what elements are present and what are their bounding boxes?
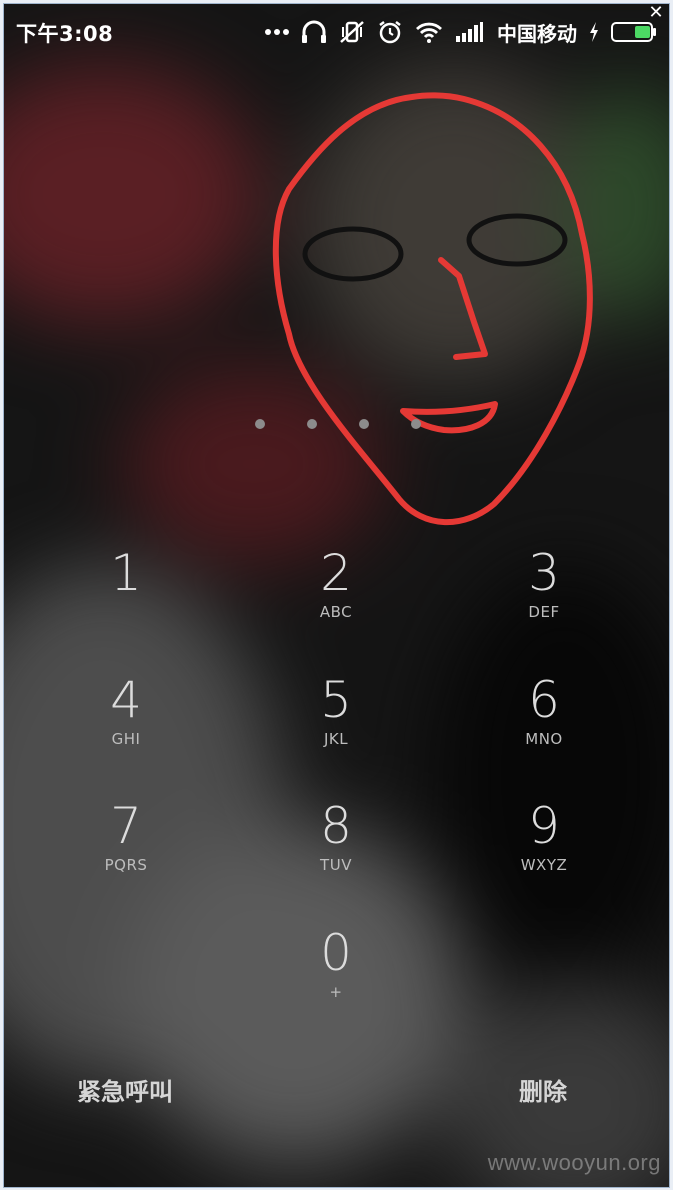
charging-icon — [590, 22, 598, 42]
key-1[interactable]: 1 — [41, 544, 211, 654]
key-digit: 7 — [110, 797, 142, 855]
key-digit: 0 — [320, 924, 352, 982]
key-digit: 5 — [320, 671, 352, 729]
key-8[interactable]: 8 TUV — [251, 797, 421, 907]
key-5[interactable]: 5 JKL — [251, 671, 421, 781]
alarm-icon — [379, 21, 401, 44]
pin-dot — [255, 419, 265, 429]
carrier-name: 中国移动 — [497, 21, 577, 46]
pin-indicator — [4, 414, 669, 434]
emergency-call-button[interactable]: 紧急呼叫 — [77, 1072, 173, 1112]
key-digit: 9 — [528, 797, 560, 855]
phone-window: 下午3:08 中国移动 ✕ 1 2 ABC 3 DEF 4 GHI 5 JKL … — [3, 3, 670, 1188]
key-9[interactable]: 9 WXYZ — [459, 797, 629, 907]
key-0[interactable]: 0 + — [251, 924, 421, 1034]
key-letters: PQRS — [104, 856, 148, 874]
key-letters: ABC — [319, 603, 353, 621]
status-icons: 中国移动 — [265, 16, 657, 48]
pin-dot — [359, 419, 369, 429]
delete-button[interactable]: 删除 — [519, 1072, 567, 1112]
status-time: 下午3:08 — [16, 22, 114, 46]
key-letters: DEF — [528, 603, 560, 621]
key-4[interactable]: 4 GHI — [41, 671, 211, 781]
key-7[interactable]: 7 PQRS — [41, 797, 211, 907]
key-digit: 2 — [320, 544, 352, 602]
key-digit: 6 — [528, 671, 560, 729]
key-letters: MNO — [525, 730, 563, 748]
pin-dot — [307, 419, 317, 429]
window-close-button[interactable]: ✕ — [647, 4, 665, 22]
pin-dot — [411, 419, 421, 429]
key-3[interactable]: 3 DEF — [459, 544, 629, 654]
key-letters: JKL — [323, 730, 349, 748]
signal-icon — [456, 22, 483, 42]
more-dots-icon — [265, 29, 289, 35]
key-digit: 8 — [320, 797, 352, 855]
key-letters: TUV — [320, 856, 352, 874]
key-letters: + — [329, 983, 343, 1001]
key-letters: GHI — [111, 730, 141, 748]
key-6[interactable]: 6 MNO — [459, 671, 629, 781]
key-digit: 4 — [110, 671, 142, 729]
wifi-icon — [416, 22, 442, 43]
lock-screen: 下午3:08 中国移动 ✕ 1 2 ABC 3 DEF 4 GHI 5 JKL … — [4, 4, 669, 1187]
key-digit: 1 — [110, 544, 142, 602]
battery-icon — [611, 22, 656, 42]
watermark: www.wooyun.org — [487, 1150, 661, 1175]
key-digit: 3 — [528, 544, 560, 602]
key-letters: WXYZ — [520, 856, 568, 874]
vibrate-off-icon — [340, 21, 364, 43]
headset-icon — [302, 20, 326, 43]
status-bar: 下午3:08 中国移动 ✕ — [4, 4, 669, 58]
key-2[interactable]: 2 ABC — [251, 544, 421, 654]
